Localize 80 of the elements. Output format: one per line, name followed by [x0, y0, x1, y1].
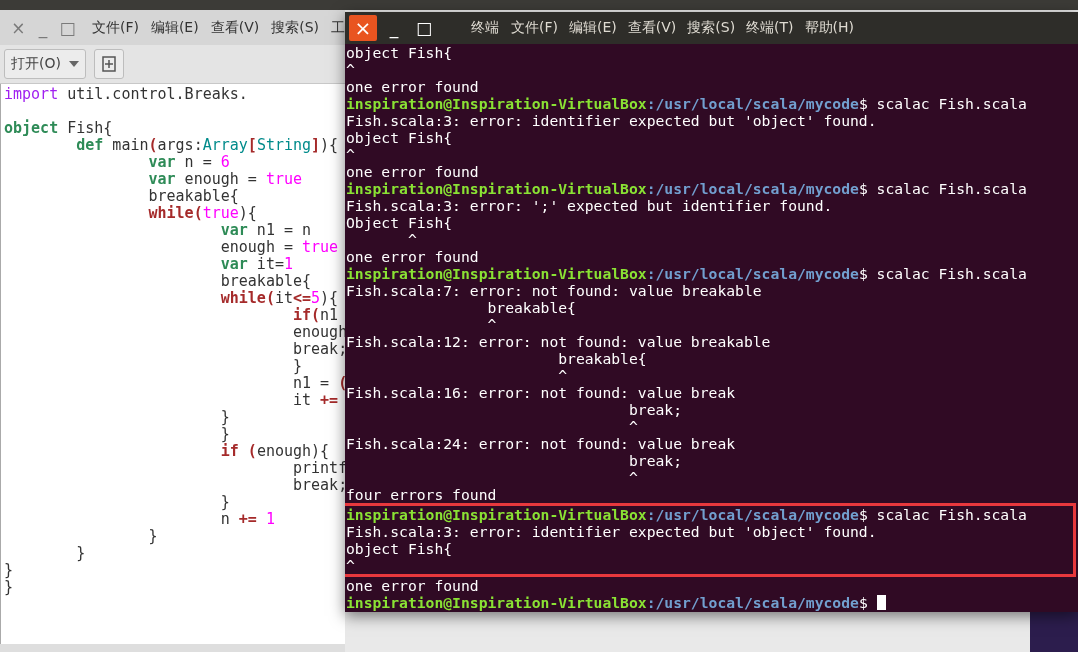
output-line: ^ [346, 557, 355, 574]
output-line: Object Fish{ [346, 214, 453, 231]
code-line: n += 1 [219, 511, 276, 528]
code-line: } [292, 358, 303, 375]
output-line: ^ [557, 367, 568, 384]
code-line: object Fish{ [4, 120, 114, 137]
code-line: while(it<=5){ [219, 290, 340, 307]
output-line: break; [627, 452, 683, 469]
output-line: ^ [346, 146, 355, 163]
menu-item[interactable]: 搜索(S) [271, 18, 319, 37]
code-line: breakable{ [147, 188, 240, 205]
close-button[interactable]: × [349, 15, 377, 41]
minimize-button[interactable]: _ [381, 18, 407, 38]
output-line: Fish.scala:3: error: identifier expected but 'object' found. [346, 112, 877, 129]
menu-item[interactable]: 查看(V) [210, 18, 260, 37]
output-line: one error found [346, 163, 479, 180]
code-line: } [219, 494, 231, 511]
window-title: 终端 [471, 19, 499, 37]
menu-item[interactable]: 文件(F) [511, 19, 558, 37]
code-line: n1 = ( [292, 375, 345, 392]
menu-item[interactable]: 编辑(E) [569, 19, 617, 37]
prompt-line: inspiration@Inspiration-VirtualBox:/usr/local/scala/mycode$ scalac Fish.scala [346, 180, 1027, 197]
menu-item[interactable]: 搜索(S) [687, 19, 736, 37]
code-line: } [75, 545, 87, 562]
output-line: breakable{ [486, 299, 576, 316]
output-line: four errors found [346, 486, 497, 503]
output-line: ^ [627, 469, 638, 486]
output-line: ^ [346, 61, 355, 78]
output-line: breakable{ [557, 350, 647, 367]
code-line: } [219, 409, 231, 426]
prompt-line: inspiration@Inspiration-VirtualBox:/usr/local/scala/mycode$ [346, 594, 868, 611]
menu-item[interactable]: 文件(F) [91, 18, 139, 37]
prompt-line: inspiration@Inspiration-VirtualBox:/usr/local/scala/mycode$ scalac Fish.scala [346, 265, 1027, 282]
output-line: Fish.scala:12: error: not found: value breakable [346, 333, 771, 350]
code-line: if (enough){ [219, 443, 331, 460]
output-line: Fish.scala:3: error: ';' expected but identifier found. [346, 197, 833, 214]
code-line: } [219, 426, 230, 443]
code-line: var n1 = n [219, 222, 313, 239]
maximize-button[interactable]: □ [411, 18, 437, 38]
code-line: it += [292, 392, 340, 409]
code-line: } [4, 562, 15, 579]
code-line: enough = true [219, 239, 340, 256]
output-line: ^ [486, 316, 497, 333]
menu-item[interactable]: 查看(V) [627, 19, 677, 37]
code-line: break; [292, 477, 345, 494]
code-line: } [147, 528, 159, 545]
code-line: if(n1 [292, 307, 340, 324]
output-line: ^ [627, 418, 638, 435]
code-line: break; [292, 341, 345, 358]
open-button[interactable]: 打开(O) [4, 49, 86, 79]
code-line: import util.control.Breaks. [4, 86, 249, 103]
output-line: one error found [346, 78, 479, 95]
code-line: } [4, 579, 15, 596]
output-line: object Fish{ [346, 129, 453, 146]
code-line: var enough = true [147, 171, 304, 188]
output-line: Fish.scala:3: error: identifier expected but 'object' found. [346, 523, 877, 540]
code-line: def main(args:Array[String]){ [76, 137, 340, 154]
prompt-line: inspiration@Inspiration-VirtualBox:/usr/local/scala/mycode$ scalac Fish.scala [346, 506, 1027, 523]
menu-item[interactable]: 帮助(H) [804, 19, 855, 37]
output-line: one error found [346, 577, 479, 594]
prompt-line: inspiration@Inspiration-VirtualBox:/usr/local/scala/mycode$ scalac Fish.scala [346, 95, 1027, 112]
menu-item[interactable]: 工 [331, 18, 345, 37]
caret-icon [68, 61, 79, 67]
new-document-button[interactable] [93, 49, 124, 79]
code-line: breakable{ [219, 273, 313, 290]
output-line: object Fish{ [346, 44, 453, 61]
output-line: Fish.scala:24: error: not found: value break [346, 435, 736, 452]
menu-item[interactable]: 终端(T) [746, 19, 794, 37]
output-line: one error found [346, 248, 479, 265]
code-line: while(true){ [147, 205, 258, 222]
output-line: object Fish{ [346, 540, 453, 557]
output-line: break; [627, 401, 683, 418]
code-line: var it=1 [219, 256, 294, 273]
menu-item[interactable]: 编辑(E) [150, 18, 199, 37]
code-line: enough [292, 324, 345, 341]
new-document-icon [100, 56, 117, 72]
output-line: ^ [406, 231, 417, 248]
code-line: var n = 6 [147, 154, 231, 171]
output-line: Fish.scala:16: error: not found: value break [346, 384, 736, 401]
output-line: Fish.scala:7: error: not found: value breakable [346, 282, 762, 299]
